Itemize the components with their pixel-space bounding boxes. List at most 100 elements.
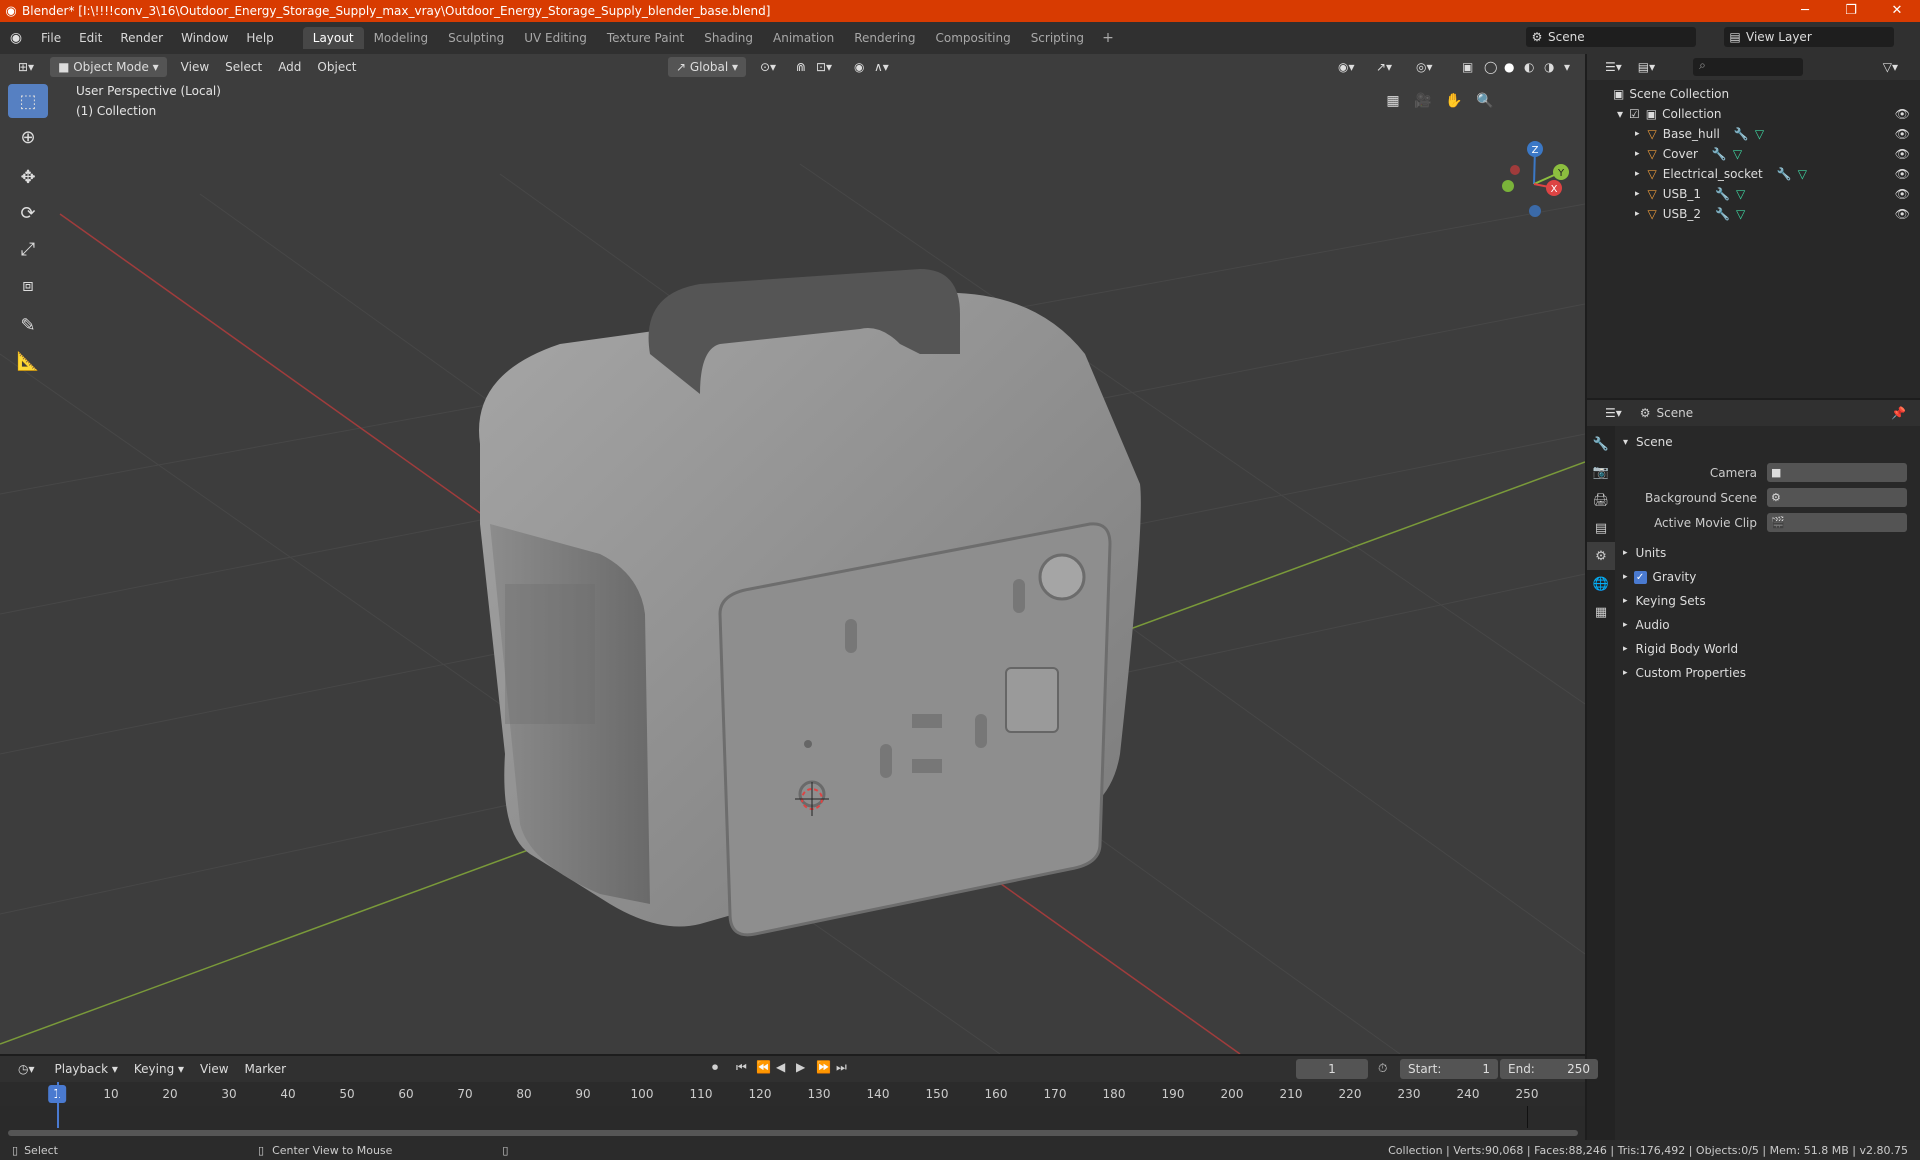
pin-icon[interactable]: 📌 [1891,406,1906,420]
menu-edit[interactable]: Edit [70,22,111,54]
timeline-editor-type-icon[interactable]: ◷▾ [10,1059,43,1079]
gravity-panel[interactable]: ▸ ✓ Gravity [1617,565,1920,589]
custom-properties-panel[interactable]: ▸ Custom Properties [1617,661,1920,685]
snap-target-icon[interactable]: ⊡▾ [808,57,840,77]
scene-collection-row[interactable]: ▣ Scene Collection [1587,84,1920,104]
grid-view-icon[interactable]: ▦ [1380,88,1406,114]
play-reverse-button[interactable]: ◀ [776,1060,785,1074]
falloff-icon[interactable]: ∧▾ [866,57,897,77]
current-frame-field[interactable]: 1 [1296,1059,1368,1079]
timeline-menu-view[interactable]: View [192,1059,236,1079]
playhead-line[interactable] [57,1082,59,1128]
properties-editor-type-icon[interactable]: ☰▾ [1597,403,1630,423]
tab-texture-paint[interactable]: Texture Paint [597,27,694,49]
display-mode-icon[interactable]: ▤▾ [1630,57,1663,77]
measure-tool-icon[interactable]: 📐 [8,344,48,378]
viewport-menu-select[interactable]: Select [217,57,270,77]
eye-icon[interactable]: 👁 [1895,127,1910,141]
timeline-menu-keying[interactable]: Keying ▾ [126,1059,192,1079]
mode-dropdown[interactable]: ■ Object Mode ▾ [50,57,167,77]
expand-arrow-icon[interactable]: ▸ [1635,149,1640,159]
background-scene-field[interactable]: ⚙ [1767,488,1907,507]
viewport-menu-object[interactable]: Object [309,57,364,77]
outliner-search-input[interactable]: ⌕ [1693,58,1804,76]
tab-uv-editing[interactable]: UV Editing [514,27,597,49]
cursor-tool-icon[interactable]: ⊕ [8,120,48,154]
keying-sets-panel[interactable]: ▸ Keying Sets [1617,589,1920,613]
expand-arrow-icon[interactable]: ▸ [1635,129,1640,139]
power-station-model[interactable] [479,269,1141,937]
pan-view-icon[interactable]: ✋ [1441,88,1467,114]
eye-icon[interactable]: 👁 [1895,187,1910,201]
prev-keyframe-button[interactable]: ⏪ [756,1060,771,1074]
blender-menu-icon[interactable]: ◉ [0,30,32,46]
output-tab-icon[interactable]: 🖨 [1587,486,1615,514]
eye-icon[interactable]: 👁 [1895,107,1910,121]
end-frame-field[interactable]: End: 250 [1500,1059,1598,1079]
start-frame-field[interactable]: Start: 1 [1400,1059,1498,1079]
editor-type-icon[interactable]: ⊞▾ [10,57,42,77]
outliner-object-row[interactable]: ▸ ▽ USB_1 🔧 ▽ 👁 [1587,184,1920,204]
shading-options-icon[interactable]: ▾ [1556,57,1578,77]
close-button[interactable]: ✕ [1874,0,1920,22]
tab-sculpting[interactable]: Sculpting [438,27,514,49]
tool-settings-tab-icon[interactable]: 🔧 [1587,430,1615,458]
active-movie-clip-field[interactable]: 🎬 [1767,513,1907,532]
camera-view-icon[interactable]: 🎥 [1410,88,1436,114]
outliner-object-row[interactable]: ▸ ▽ USB_2 🔧 ▽ 👁 [1587,204,1920,224]
tab-shading[interactable]: Shading [694,27,763,49]
next-keyframe-button[interactable]: ⏩ [816,1060,831,1074]
add-workspace-button[interactable]: + [1094,30,1122,46]
tab-modeling[interactable]: Modeling [364,27,439,49]
3d-viewport[interactable]: Z Y X ⊞▾ ■ Object Mode ▾ View Select Add… [0,54,1585,1054]
view-layer-tab-icon[interactable]: ▤ [1587,514,1615,542]
scene-section-header[interactable]: ▾ Scene [1617,430,1920,454]
menu-window[interactable]: Window [172,22,237,54]
overlays-icon[interactable]: ◎▾ [1408,57,1441,77]
visibility-icon[interactable]: ◉▾ [1330,57,1363,77]
rigid-body-world-panel[interactable]: ▸ Rigid Body World [1617,637,1920,661]
scene-tab-icon[interactable]: ⚙ [1587,542,1615,570]
eye-icon[interactable]: 👁 [1895,147,1910,161]
viewport-menu-add[interactable]: Add [270,57,309,77]
annotate-tool-icon[interactable]: ✎ [8,308,48,342]
record-button[interactable]: ⏺ [712,1060,718,1075]
timeline-menu-marker[interactable]: Marker [237,1059,294,1079]
expand-arrow-icon[interactable]: ▾ [1617,107,1623,121]
collection-row[interactable]: ▾ ☑ ▣ Collection 👁 [1587,104,1920,124]
move-tool-icon[interactable]: ✥ [8,160,48,194]
eye-icon[interactable]: 👁 [1895,167,1910,181]
gravity-checkbox[interactable]: ✓ [1633,570,1647,584]
minimize-button[interactable]: ─ [1782,0,1828,22]
play-button[interactable]: ▶ [796,1060,805,1074]
outliner-object-row[interactable]: ▸ ▽ Electrical_socket 🔧 ▽ 👁 [1587,164,1920,184]
navigation-gizmo[interactable]: Z Y X [1502,141,1569,217]
world-tab-icon[interactable]: 🌐 [1587,570,1615,598]
gizmo-toggle-icon[interactable]: ↗▾ [1368,57,1400,77]
eye-icon[interactable]: 👁 [1895,207,1910,221]
menu-file[interactable]: File [32,22,70,54]
camera-field[interactable]: ■ [1767,463,1907,482]
expand-arrow-icon[interactable]: ▸ [1635,209,1640,219]
expand-arrow-icon[interactable]: ▸ [1635,189,1640,199]
collection-checkbox[interactable]: ☑ [1629,107,1640,121]
texture-tab-icon[interactable]: ▦ [1587,598,1615,626]
pivot-point-icon[interactable]: ⊙▾ [752,57,784,77]
maximize-button[interactable]: ❐ [1828,0,1874,22]
rotate-tool-icon[interactable]: ⟳ [8,196,48,230]
timeline-menu-playback[interactable]: Playback ▾ [47,1059,126,1079]
timeline-ruler[interactable]: 1 10 20 30 40 50 60 70 80 90 100 110 120… [0,1082,1585,1106]
preview-range-icon[interactable]: ⏱ [1378,1061,1387,1076]
filter-icon[interactable]: ▽▾ [1875,57,1906,77]
tab-animation[interactable]: Animation [763,27,844,49]
viewport-menu-view[interactable]: View [173,57,217,77]
expand-arrow-icon[interactable]: ▸ [1635,169,1640,179]
units-panel[interactable]: ▸ Units [1617,541,1920,565]
jump-start-button[interactable]: ⏮ [736,1060,747,1075]
render-tab-icon[interactable]: 📷 [1587,458,1615,486]
view-layer-selector[interactable]: ▤ View Layer [1724,27,1894,47]
tab-layout[interactable]: Layout [302,27,364,49]
timeline-track-area[interactable] [0,1082,1585,1140]
menu-help[interactable]: Help [237,22,282,54]
tab-scripting[interactable]: Scripting [1021,27,1094,49]
